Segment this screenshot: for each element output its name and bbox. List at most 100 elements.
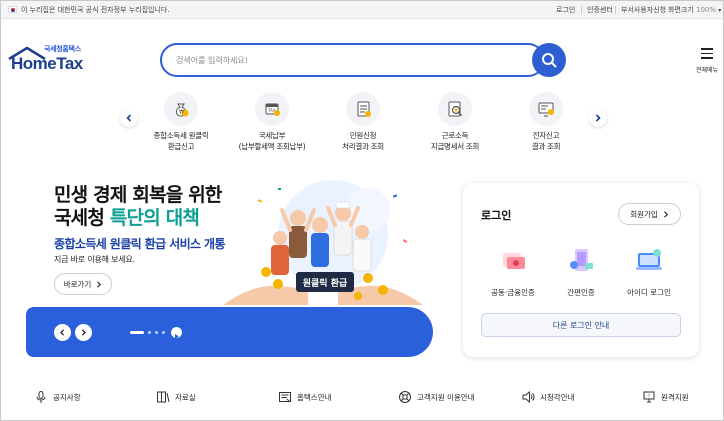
login-option-label: 간편인증 — [567, 288, 595, 297]
hero-go-button[interactable]: 바로가기 — [54, 273, 112, 295]
bottom-link-label: 홈택스안내 — [297, 392, 332, 402]
zoom-value: 100% — [696, 6, 717, 14]
microphone-icon — [36, 391, 46, 403]
carousel-dot[interactable] — [148, 331, 151, 334]
quick-menu-label: 지급명세서 조회 — [430, 142, 480, 151]
support-icon — [399, 391, 411, 403]
carousel-dot[interactable] — [155, 331, 158, 334]
tax-bill-icon: TAX — [255, 92, 289, 126]
login-option-id[interactable]: 아이디 로그인 — [613, 245, 685, 298]
util-cert-center-link[interactable]: 인증센터 — [587, 5, 613, 15]
search-input[interactable]: 검색어를 입력하세요! — [176, 55, 248, 66]
bottom-link-notice[interactable]: 공지사항 — [34, 390, 81, 404]
guide-icon — [279, 392, 291, 403]
hero-title-line1: 민생 경제 회복을 위한 — [54, 184, 222, 206]
quick-menu-item-earned-income[interactable]: 근로소득 지급명세서 조회 — [409, 92, 501, 152]
bottom-link-hometax-guide[interactable]: 홈택스안내 — [278, 390, 332, 404]
hero-title-highlight: 특단의 대책 — [109, 207, 200, 229]
zoom-label: 화면크기 — [668, 6, 694, 14]
money-bag-icon: ₩ — [164, 92, 198, 126]
bottom-link-label: 공지사항 — [53, 392, 81, 402]
sign-text: 원클릭 환급 — [303, 277, 348, 289]
quick-menu-item-refund[interactable]: ₩ 종합소득세 원클릭 환급신고 — [135, 92, 227, 152]
search-icon — [542, 53, 557, 68]
certificate-icon — [497, 245, 529, 277]
gov-notice-text: 이 누리집은 대한민국 공식 전자정부 누리집입니다. — [21, 6, 170, 14]
hero-illustration: 원클릭 환급 — [218, 180, 428, 310]
bottom-link-support-guide[interactable]: 고객지원 이용안내 — [398, 390, 475, 404]
divider — [663, 6, 664, 14]
bottom-link-archive[interactable]: 자료실 — [156, 390, 196, 404]
carousel-progress-active — [130, 331, 144, 334]
archive-icon — [157, 391, 170, 403]
bottom-link-label: 원격지원 — [661, 392, 689, 402]
divider — [615, 6, 616, 14]
quick-menu-item-civil-petition[interactable]: 민원신청 처리결과 조회 — [317, 92, 409, 152]
carousel-dot[interactable] — [162, 331, 165, 334]
bottom-link-label: 자료실 — [175, 392, 196, 402]
chevron-right-icon — [595, 114, 601, 122]
chevron-right-icon — [81, 329, 86, 336]
gov-banner: 이 누리집은 대한민국 공식 전자정부 누리집입니다. 로그인 인증센터 부서사… — [1, 1, 723, 19]
hometax-logo[interactable]: 국세청홈택스 HomeTax — [7, 44, 89, 74]
quick-menu-label: 근로소득 — [441, 131, 469, 140]
hero-go-label: 바로가기 — [63, 279, 92, 289]
chevron-right-icon — [97, 280, 102, 288]
carousel-next-button[interactable] — [75, 324, 92, 341]
carousel-play-button[interactable] — [171, 327, 182, 339]
login-option-certificate[interactable]: 공동·금융인증 — [477, 245, 549, 298]
play-icon — [175, 334, 179, 339]
phone-auth-icon — [565, 245, 597, 277]
other-login-guide-button[interactable]: 다른 로그인 안내 — [481, 313, 681, 337]
chevron-left-icon — [60, 329, 65, 336]
bottom-quick-links: 공지사항 자료실 홈택스안내 고객지원 이용안내 시청각안내 ! 원격지원 — [1, 382, 723, 420]
id-login-icon — [633, 245, 665, 277]
search-button[interactable] — [532, 43, 566, 77]
svg-text:!: ! — [648, 394, 650, 400]
quick-menu-item-e-filing[interactable]: 전자신고 결과 조회 — [500, 92, 592, 152]
all-menu-label: 전체메뉴 — [695, 67, 719, 74]
logo-title: HomeTax — [11, 54, 83, 73]
quick-menu-item-tax-payment[interactable]: TAX 국세납부 (납부할세액 조회납부) — [226, 92, 318, 152]
hero-title-line2: 국세청 특단의 대책 — [54, 207, 200, 230]
quick-menu-label: 국세납부 — [258, 131, 286, 140]
quick-menu-label: 처리결과 조회 — [342, 142, 384, 151]
bottom-link-av-guide[interactable]: 시청각안내 — [521, 390, 575, 404]
quick-menu-label: 결과 조회 — [531, 142, 561, 151]
carousel-prev-button[interactable] — [54, 324, 71, 341]
bottom-link-remote-support[interactable]: ! 원격지원 — [642, 390, 689, 404]
util-dept-user-link[interactable]: 부서사용자신청 — [621, 5, 666, 15]
hero-subtitle: 종합소득세 원클릭 환급 서비스 개통 — [54, 237, 226, 251]
divider — [581, 6, 582, 14]
chevron-right-icon — [663, 210, 668, 218]
hamburger-icon — [701, 48, 713, 59]
login-card: 로그인 회원가입 공동·금융인증 간편인증 아이디 로그인 다른 로그인 안내 — [463, 183, 699, 357]
hero-title-part: 국세청 — [54, 207, 110, 229]
svg-text:₩: ₩ — [179, 110, 184, 116]
chevron-left-icon — [126, 114, 132, 122]
search-bar[interactable]: 검색어를 입력하세요! — [160, 43, 545, 77]
bottom-link-label: 고객지원 이용안내 — [417, 392, 475, 402]
join-label: 회원가입 — [630, 209, 658, 219]
document-list-icon — [346, 92, 380, 126]
remote-support-icon: ! — [643, 391, 655, 403]
util-login-link[interactable]: 로그인 — [556, 5, 575, 15]
all-menu-button[interactable]: 전체메뉴 — [690, 46, 724, 76]
login-title: 로그인 — [481, 209, 512, 222]
zoom-control[interactable]: 화면크기 100% ▾ — [668, 5, 721, 15]
bottom-link-label: 시청각안내 — [540, 392, 575, 402]
join-button[interactable]: 회원가입 — [618, 203, 681, 225]
hero-description: 지금 바로 이용해 보세요. — [54, 255, 135, 264]
quick-menu-label: 종합소득세 원클릭 — [153, 131, 209, 140]
speaker-icon — [522, 390, 535, 404]
quick-menu-label: (납부할세액 조회납부) — [238, 142, 306, 151]
logo-subtitle: 국세청홈택스 — [44, 45, 81, 53]
quick-menu-label: 전자신고 — [532, 131, 560, 140]
hero-carousel-bar — [26, 307, 433, 357]
korea-flag-icon — [8, 6, 17, 13]
login-option-simple-auth[interactable]: 간편인증 — [545, 245, 617, 298]
document-search-icon — [438, 92, 472, 126]
login-option-label: 공동·금융인증 — [491, 288, 535, 297]
chevron-down-icon: ▾ — [718, 7, 722, 14]
people-celebrating-illustration: 원클릭 환급 — [223, 180, 423, 305]
